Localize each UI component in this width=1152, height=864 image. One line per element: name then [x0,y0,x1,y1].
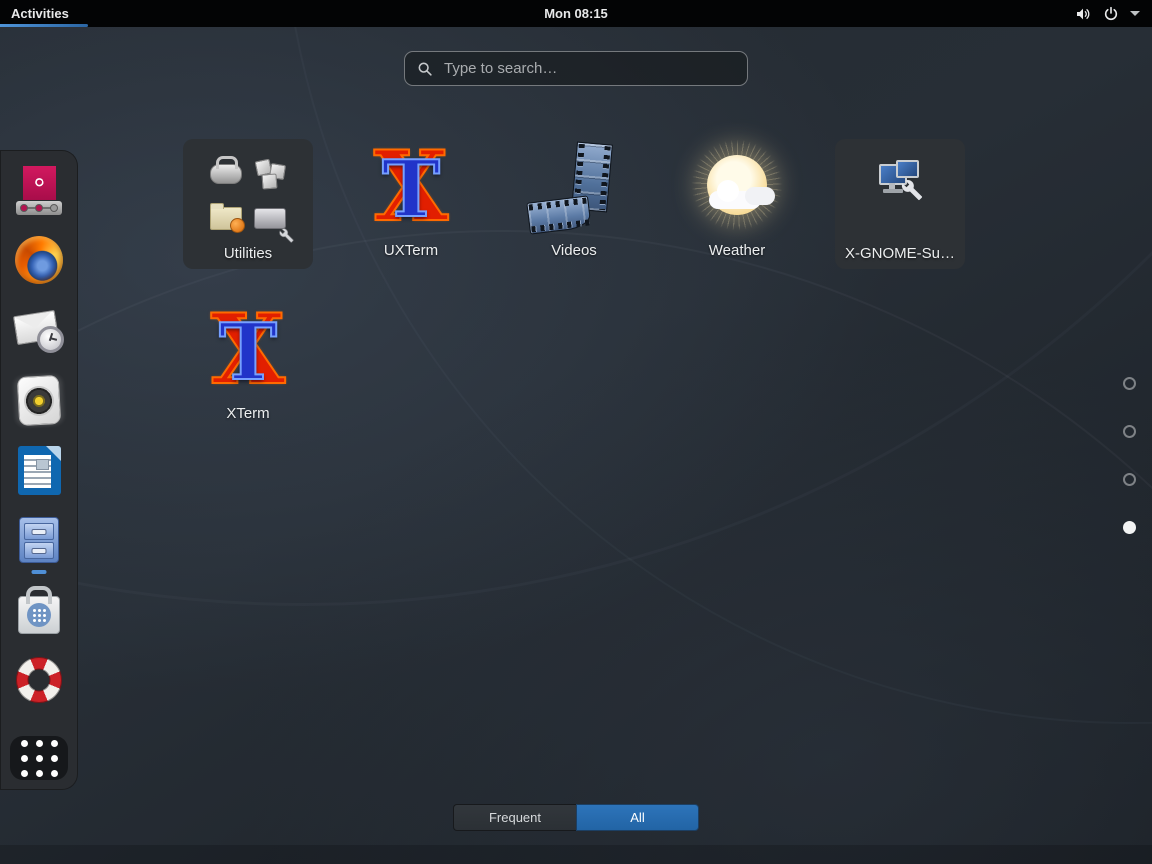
dock-item-libreoffice-writer[interactable] [11,444,67,496]
dock-item-help[interactable] [11,654,67,706]
wrench-icon [901,180,923,201]
app-videos[interactable]: Videos [509,139,639,269]
menu-caret-icon [1130,11,1140,16]
files-icon [19,517,59,563]
dock-item-files[interactable] [11,514,67,574]
libreoffice-writer-icon [17,445,61,495]
search-icon [418,62,432,76]
app-label: Utilities [223,245,273,262]
utilities-folder-icon [206,154,294,243]
mini-archive-icon [210,156,242,184]
activities-overview: Activities Mon 08:15 Type to search… Uti… [0,0,1152,864]
search-input[interactable] [442,59,735,78]
system-menu-button[interactable] [1068,0,1146,27]
evolution-mail-icon [12,307,64,353]
app-weather[interactable]: Weather [672,139,802,269]
bottom-edge-strip [0,845,1152,864]
app-label: UXTerm [383,242,439,259]
page-dot-1[interactable] [1123,377,1136,390]
software-icon [18,596,60,634]
app-label: XTerm [226,405,270,422]
dock-item-evolution[interactable] [11,304,67,356]
rhythmbox-icon [16,374,62,426]
dash [0,150,78,790]
activities-active-underline [0,24,88,27]
activities-label: Activities [11,6,69,21]
view-toggle: Frequent All [453,804,699,831]
firefox-icon [15,236,63,284]
power-icon [1104,6,1118,20]
activities-button[interactable]: Activities [0,0,88,27]
mini-folder-icon [210,202,245,233]
page-indicator [1123,377,1136,534]
app-uxterm[interactable]: X T UXTerm [346,130,476,269]
search-box[interactable] [404,51,748,86]
weather-icon [689,139,785,239]
clock-button[interactable]: Mon 08:15 [544,6,608,21]
all-button[interactable]: All [576,804,699,831]
app-xterm[interactable]: X T XTerm [183,293,313,432]
app-label: Videos [551,242,597,259]
wallpaper-curve [280,0,1152,724]
mini-characters-icon [253,157,287,191]
app-folder-utilities[interactable]: Utilities [183,139,313,269]
session-properties-icon [879,159,923,201]
wallpaper-curve [0,230,1152,864]
uxterm-icon: X T [373,130,449,244]
frequent-button[interactable]: Frequent [453,804,576,831]
mini-wrench-icon [279,228,294,243]
show-applications-button[interactable] [10,736,68,780]
mini-disks-icon [254,207,286,229]
debian-installer-icon [16,165,62,215]
page-dot-2[interactable] [1123,425,1136,438]
page-dot-4-active[interactable] [1123,521,1136,534]
page-dot-3[interactable] [1123,473,1136,486]
dock-item-rhythmbox[interactable] [11,374,67,426]
volume-icon [1077,8,1090,19]
dock-item-software[interactable] [11,584,67,636]
dock-item-debian-installer[interactable] [11,164,67,216]
running-indicator [31,570,47,574]
videos-icon [526,141,622,239]
wallpaper-curve [0,0,1152,606]
show-applications-icon [20,739,58,777]
app-label: Weather [708,242,766,259]
app-label: X-GNOME-Su… [844,245,955,262]
top-bar: Activities Mon 08:15 [0,0,1152,27]
help-icon [16,657,62,703]
app-x-gnome-su[interactable]: X-GNOME-Su… [835,139,965,269]
xterm-icon: X T [210,293,286,407]
dock-item-firefox[interactable] [11,234,67,286]
